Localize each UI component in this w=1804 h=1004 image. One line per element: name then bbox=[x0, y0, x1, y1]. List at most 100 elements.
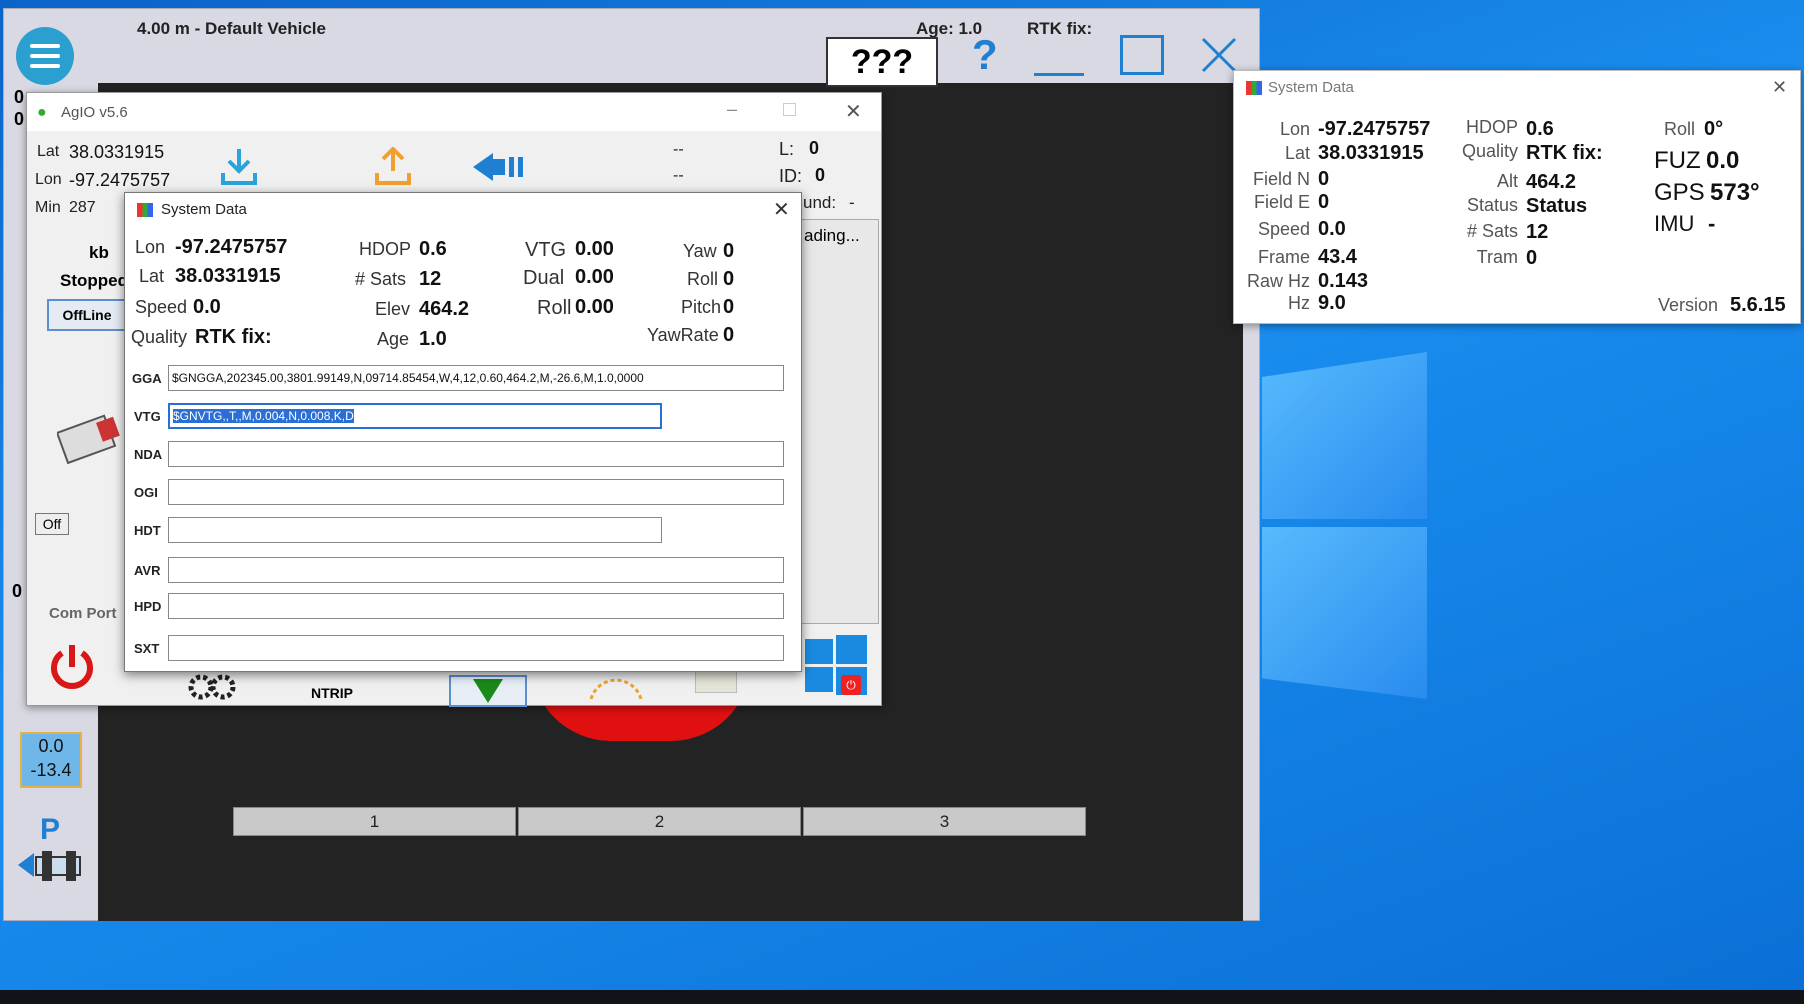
yaw-label: Yaw bbox=[683, 241, 717, 261]
quality-value: RTK fix: bbox=[195, 326, 272, 348]
back-arrow-icon[interactable] bbox=[471, 151, 531, 183]
avr-field[interactable] bbox=[168, 557, 784, 583]
l-label: L: bbox=[779, 139, 795, 159]
speed-label: Speed bbox=[135, 297, 188, 317]
hz-value: 9.0 bbox=[1318, 292, 1346, 314]
min-value: 287 bbox=[69, 199, 96, 216]
close-icon[interactable]: ✕ bbox=[773, 197, 790, 222]
off-button[interactable]: Off bbox=[35, 513, 69, 535]
und-label: und: bbox=[803, 193, 837, 212]
yawrate-value: 0 bbox=[723, 324, 735, 346]
offline-button[interactable]: OffLine bbox=[47, 299, 127, 331]
down-triangle-icon bbox=[473, 679, 503, 703]
download-icon[interactable] bbox=[219, 147, 259, 187]
dash-value: -- bbox=[673, 167, 684, 184]
status-label: Status bbox=[1466, 195, 1518, 215]
nda-label: NDA bbox=[134, 447, 163, 462]
field-e-value: 0 bbox=[1318, 191, 1330, 213]
hdop-label: HDOP bbox=[1465, 117, 1518, 137]
settings-gear-icon[interactable] bbox=[187, 669, 239, 705]
close-icon[interactable]: ✕ bbox=[1772, 77, 1787, 98]
ogi-field[interactable] bbox=[168, 479, 784, 505]
reading-panel: ading... bbox=[801, 219, 879, 624]
id-label: ID: bbox=[779, 166, 803, 186]
maximize-icon[interactable] bbox=[783, 103, 796, 116]
rtk-label: RTK fix: bbox=[1027, 19, 1093, 38]
nda-field[interactable] bbox=[168, 441, 784, 467]
speed-box[interactable]: 0.0 -13.4 bbox=[20, 732, 82, 788]
hdt-field[interactable] bbox=[168, 517, 662, 543]
upload-icon[interactable] bbox=[373, 147, 413, 187]
ntrip-label[interactable]: NTRIP bbox=[311, 685, 353, 701]
roll-value: 0.00 bbox=[575, 296, 614, 318]
lon-value: -97.2475757 bbox=[175, 236, 288, 258]
p-label: P bbox=[40, 813, 61, 846]
avr-label: AVR bbox=[134, 563, 161, 578]
hdt-label: HDT bbox=[134, 523, 161, 538]
app-icon bbox=[1246, 81, 1262, 95]
vtg-label: VTG bbox=[525, 239, 567, 261]
l-value: 0 bbox=[809, 138, 820, 158]
track-button-2[interactable]: 2 bbox=[518, 807, 801, 836]
windows-logo-pane bbox=[1262, 352, 1427, 519]
gauge-icon[interactable] bbox=[585, 669, 647, 703]
hamburger-menu-button[interactable] bbox=[16, 27, 74, 85]
notes-icon[interactable] bbox=[695, 671, 737, 693]
alt-value: 464.2 bbox=[1526, 171, 1577, 193]
left-readout: 0 bbox=[14, 87, 25, 107]
left-readout: 0 bbox=[14, 109, 25, 129]
ethernet-module-icon[interactable] bbox=[57, 409, 123, 469]
track-button-3[interactable]: 3 bbox=[803, 807, 1086, 836]
speed-value: 0.0 bbox=[1318, 218, 1346, 240]
elev-value: 464.2 bbox=[419, 298, 470, 320]
close-icon[interactable]: ✕ bbox=[845, 99, 862, 124]
raw-hz-label: Raw Hz bbox=[1246, 271, 1310, 291]
dialog-title: System Data bbox=[161, 201, 247, 218]
system-data-window: System Data ✕ Lon -97.2475757 Lat 38.033… bbox=[1233, 70, 1801, 324]
yaw-value: 0 bbox=[723, 240, 735, 262]
steer-button[interactable] bbox=[449, 675, 527, 707]
yawrate-label: YawRate bbox=[647, 325, 719, 345]
und-value: - bbox=[849, 193, 855, 212]
minimize-icon[interactable] bbox=[1034, 73, 1084, 76]
dash-value: -- bbox=[673, 141, 684, 158]
lat-label: Lat bbox=[139, 266, 165, 286]
taskbar[interactable] bbox=[0, 990, 1804, 1004]
help-icon[interactable]: ? bbox=[972, 31, 998, 79]
close-icon[interactable] bbox=[1199, 35, 1239, 75]
quality-value: RTK fix: bbox=[1526, 142, 1603, 164]
lon-value: -97.2475757 bbox=[69, 170, 171, 190]
sats-value: 12 bbox=[1526, 221, 1549, 243]
tractor-reverse-icon[interactable] bbox=[16, 845, 86, 885]
lon-value: -97.2475757 bbox=[1318, 118, 1431, 140]
gga-field[interactable]: $GNGGA,202345.00,3801.99149,N,09714.8545… bbox=[168, 365, 784, 391]
alt-label: Alt bbox=[1496, 171, 1518, 191]
stopped-label: Stopped bbox=[60, 271, 128, 290]
version-label: Version bbox=[1658, 295, 1719, 315]
speed-value: 0.0 bbox=[193, 296, 221, 318]
hdop-value: 0.6 bbox=[419, 238, 447, 260]
agio-titlebar[interactable]: ● AgIO v5.6 – ✕ bbox=[27, 93, 881, 131]
hpd-field[interactable] bbox=[168, 593, 784, 619]
ogi-label: OGI bbox=[134, 485, 158, 500]
windows-exit-button[interactable]: ⏻ bbox=[805, 635, 867, 695]
roll-label: Roll bbox=[1664, 119, 1696, 139]
quality-label: Quality bbox=[131, 327, 188, 347]
vtg-field[interactable]: $GNVTG,,T,,M,0.004,N,0.008,K,D bbox=[168, 403, 662, 429]
quality-label: Quality bbox=[1461, 141, 1518, 161]
agio-app-icon: ● bbox=[37, 104, 47, 121]
power-icon[interactable] bbox=[47, 641, 97, 691]
gps-value: 573° bbox=[1710, 179, 1760, 206]
fix-status-box[interactable]: ??? bbox=[826, 37, 938, 87]
age-value: 1.0 bbox=[419, 328, 447, 350]
sxt-field[interactable] bbox=[168, 635, 784, 661]
maximize-icon[interactable] bbox=[1120, 35, 1164, 75]
track-button-1[interactable]: 1 bbox=[233, 807, 516, 836]
power-icon: ⏻ bbox=[841, 675, 861, 695]
status-value: Status bbox=[1526, 195, 1588, 217]
tram-value: 0 bbox=[1526, 247, 1538, 269]
imu-value: - bbox=[1708, 211, 1716, 236]
fuz-value: 0.0 bbox=[1706, 147, 1740, 174]
field-e-label: Field E bbox=[1253, 192, 1310, 212]
minimize-icon[interactable]: – bbox=[727, 99, 737, 120]
